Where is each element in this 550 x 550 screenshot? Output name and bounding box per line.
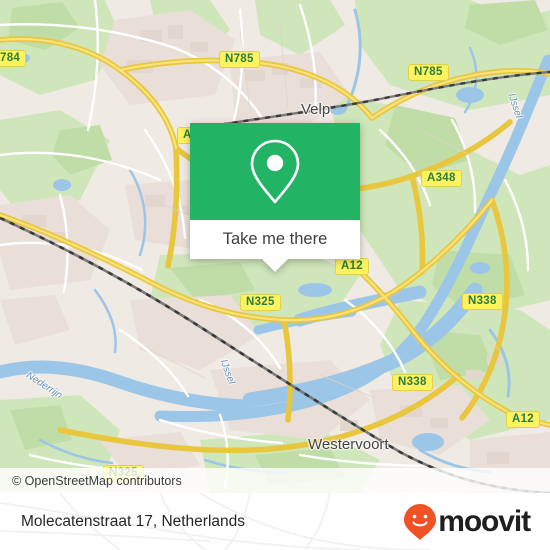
road-shield-n785-east[interactable]: N785 (408, 64, 449, 81)
footer-bar: Molecatenstraat 17, Netherlands moovit (0, 493, 550, 550)
place-label-westervoort: Westervoort (308, 436, 389, 453)
road-shield-n338-east[interactable]: N338 (462, 293, 503, 310)
popup-tail-pointer (262, 259, 288, 272)
location-popup-card[interactable]: Take me there (190, 123, 360, 272)
road-shield-n325-center[interactable]: N325 (240, 294, 281, 311)
popup-pin-area (190, 123, 360, 220)
popup-cta-area[interactable]: Take me there (190, 220, 360, 272)
road-shield-a12-center[interactable]: A12 (335, 258, 369, 275)
road-shield-n784[interactable]: 784 (0, 50, 27, 67)
moovit-wordmark: moovit (438, 504, 531, 538)
map-canvas[interactable]: 784 N785 N785 A348 A348 A12 N325 N338 N3… (0, 0, 550, 493)
moovit-brand[interactable]: moovit (403, 503, 550, 541)
road-shield-a12-southeast[interactable]: A12 (506, 411, 540, 428)
moovit-smiley-pin-icon (404, 503, 437, 540)
address-label: Molecatenstraat 17, Netherlands (21, 512, 246, 530)
map-screenshot: 784 N785 N785 A348 A348 A12 N325 N338 N3… (0, 0, 550, 550)
road-shield-n785-west[interactable]: N785 (219, 51, 260, 68)
place-label-velp: Velp (301, 101, 331, 118)
take-me-there-label: Take me there (222, 230, 328, 248)
location-pin-icon (250, 139, 300, 203)
road-shield-n338-south[interactable]: N338 (392, 374, 433, 391)
attribution-text[interactable]: © OpenStreetMap contributors (0, 474, 182, 488)
map-attribution-bar: © OpenStreetMap contributors (0, 468, 550, 493)
road-shield-a348-east[interactable]: A348 (421, 170, 462, 187)
